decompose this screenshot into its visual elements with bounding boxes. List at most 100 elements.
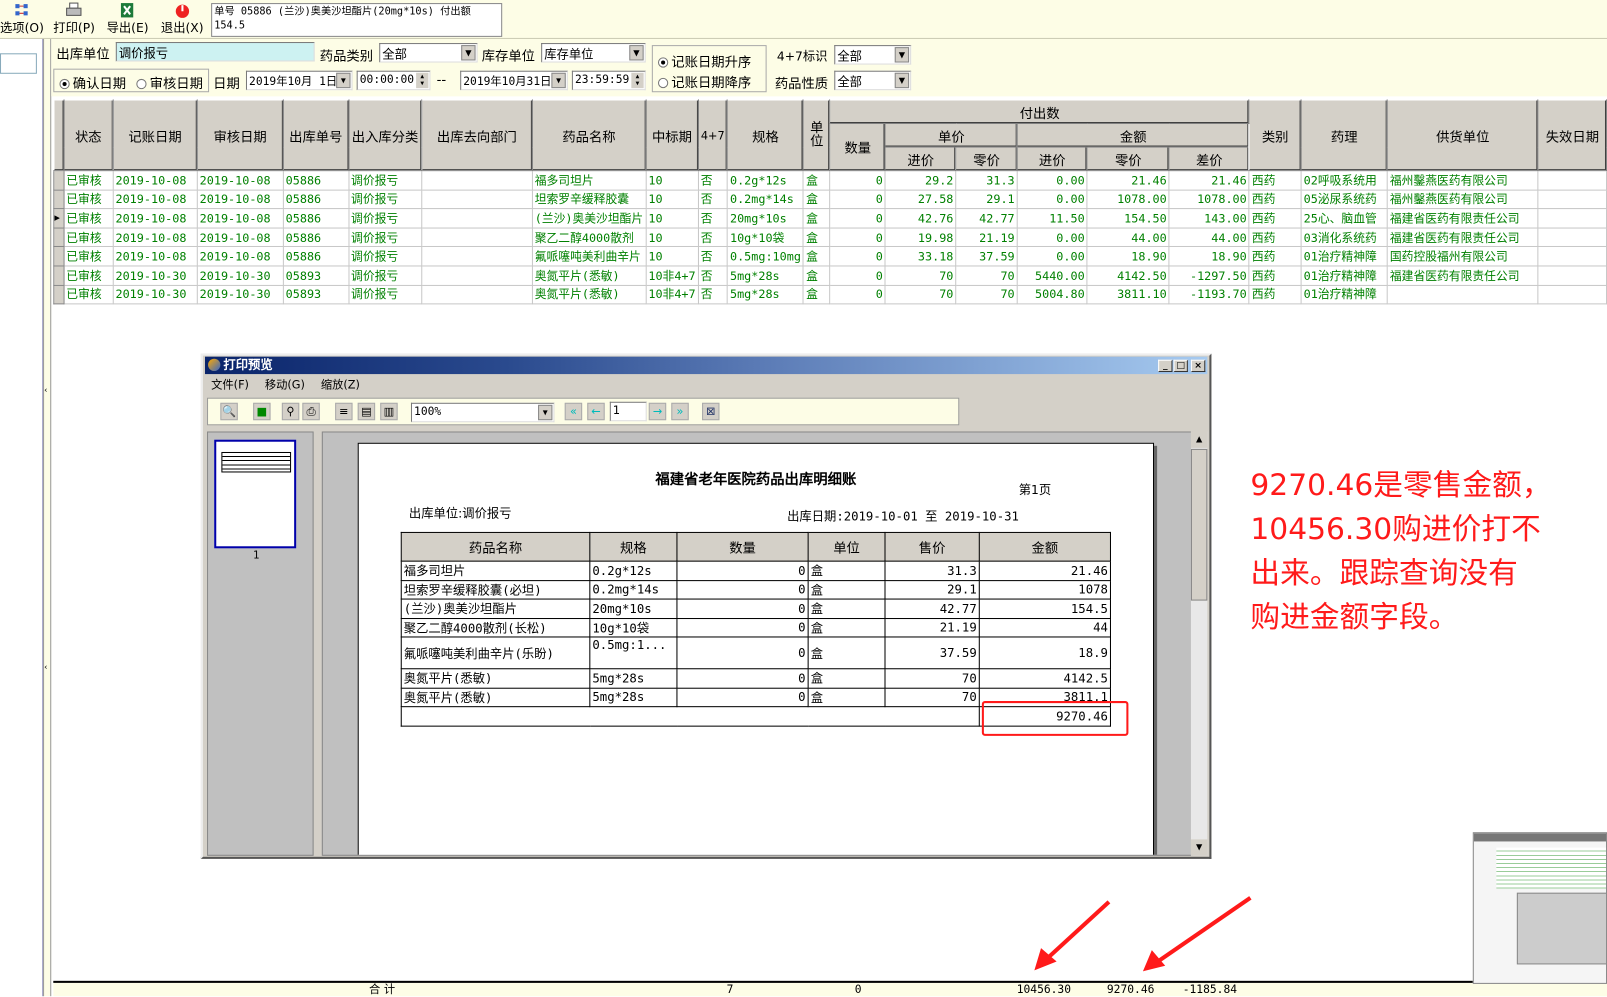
- cell-supplier[interactable]: [1386, 284, 1539, 305]
- table-row[interactable]: 已审核 2019-10-08 2019-10-08 05886 调价报亏 氟哌噻吨美利曲辛…: [53, 246, 1607, 267]
- cell-status[interactable]: 已审核: [63, 227, 114, 248]
- drug-nature-select[interactable]: 全部 ▼: [834, 70, 912, 91]
- row-indicator[interactable]: [53, 189, 65, 210]
- cell-io-type[interactable]: 调价报亏: [347, 170, 423, 191]
- left-tree-pane[interactable]: [0, 38, 44, 997]
- drug-category-select[interactable]: 全部 ▼: [379, 43, 478, 63]
- cell-amount-retail[interactable]: 4142.50: [1086, 265, 1170, 286]
- printer-icon[interactable]: ⎙: [302, 402, 320, 421]
- cell-pharmacology[interactable]: 05泌尿系统药: [1300, 189, 1388, 210]
- cell-expiry[interactable]: [1537, 284, 1607, 305]
- cell-spec[interactable]: 10g*10袋: [726, 227, 805, 248]
- cell-amount-retail[interactable]: 1078.00: [1086, 189, 1170, 210]
- row-indicator[interactable]: ▶: [53, 208, 65, 229]
- cell-supplier[interactable]: 福建省医药有限责任公司: [1386, 227, 1539, 248]
- cell-amount-purchase[interactable]: 0.00: [1016, 246, 1088, 267]
- cell-drug-name[interactable]: (兰沙)奥美沙坦酯片: [531, 208, 647, 229]
- flag47-select[interactable]: 全部 ▼: [834, 45, 912, 65]
- cell-unit-purchase[interactable]: 19.98: [884, 227, 957, 248]
- cell-dest-dept[interactable]: [421, 189, 533, 210]
- collapse-arrow-icon[interactable]: ‹: [44, 662, 47, 671]
- cell-spec[interactable]: 5mg*28s: [726, 284, 805, 305]
- cell-bid-period[interactable]: 10: [645, 189, 699, 210]
- cell-expiry[interactable]: [1537, 265, 1607, 286]
- cell-flag47[interactable]: 否: [697, 284, 728, 305]
- scrollbar-thumb[interactable]: [1190, 448, 1208, 601]
- menu-zoom[interactable]: 缩放(Z): [321, 378, 360, 391]
- cell-qty[interactable]: 0: [829, 189, 886, 210]
- cell-audit-date[interactable]: 2019-10-08: [196, 246, 284, 267]
- cell-amount-diff[interactable]: 143.00: [1168, 208, 1250, 229]
- first-page-icon[interactable]: «: [564, 402, 583, 421]
- chevron-down-icon[interactable]: ▼: [336, 72, 351, 89]
- cell-audit-date[interactable]: 2019-10-08: [196, 170, 284, 191]
- cell-unit-purchase[interactable]: 29.2: [884, 170, 957, 191]
- cell-flag47[interactable]: 否: [697, 170, 728, 191]
- cell-bid-period[interactable]: 10: [645, 208, 699, 229]
- outbound-detail-grid[interactable]: 状态 记账日期 审核日期 出库单号 出入库分类 出库去向部门 药品名称 中标期 …: [53, 99, 1607, 305]
- time-to-input[interactable]: 23:59:59 ▲ ▼: [571, 70, 646, 91]
- prev-page-icon[interactable]: ←: [587, 402, 605, 421]
- cell-amount-diff[interactable]: -1193.70: [1168, 284, 1250, 305]
- cell-drug-name[interactable]: 氟哌噻吨美利曲辛片: [531, 246, 647, 267]
- table-row[interactable]: 已审核 2019-10-08 2019-10-08 05886 调价报亏 聚乙二醇4000…: [53, 227, 1607, 248]
- cell-unit-retail[interactable]: 21.19: [955, 227, 1018, 248]
- full-page-icon[interactable]: ▤: [357, 402, 376, 421]
- cell-post-date[interactable]: 2019-10-30: [112, 284, 198, 305]
- screenshot-thumbnail[interactable]: [1472, 832, 1607, 984]
- cell-expiry[interactable]: [1537, 189, 1607, 210]
- spinner-icon[interactable]: ▲ ▼: [631, 72, 644, 89]
- col-bid-period[interactable]: 中标期: [645, 99, 699, 172]
- cell-unit-purchase[interactable]: 42.76: [884, 208, 957, 229]
- cell-unit-purchase[interactable]: 70: [884, 265, 957, 286]
- cell-audit-date[interactable]: 2019-10-30: [196, 284, 284, 305]
- col-pharmacology[interactable]: 药理: [1300, 99, 1388, 172]
- col-order-no[interactable]: 出库单号: [282, 99, 350, 172]
- page-number-input[interactable]: 1: [609, 401, 647, 422]
- cell-category[interactable]: 西药: [1248, 170, 1302, 191]
- cell-drug-name[interactable]: 坦索罗辛缓释胶囊: [531, 189, 647, 210]
- cell-amount-retail[interactable]: 21.46: [1086, 170, 1170, 191]
- cell-pharmacology[interactable]: 01治疗精神障: [1300, 265, 1388, 286]
- menu-move[interactable]: 移动(G): [265, 378, 305, 391]
- exit-button[interactable]: 退出(X): [161, 2, 204, 36]
- cell-order-no[interactable]: 05893: [282, 284, 350, 305]
- page-thumbnail[interactable]: [214, 439, 297, 549]
- row-indicator[interactable]: [53, 284, 65, 305]
- col-category[interactable]: 类别: [1248, 99, 1302, 172]
- cell-qty[interactable]: 0: [829, 170, 886, 191]
- cell-pharmacology[interactable]: 02呼吸系统用: [1300, 170, 1388, 191]
- save-icon[interactable]: ■: [253, 402, 271, 421]
- cell-order-no[interactable]: 05886: [282, 208, 350, 229]
- options-button[interactable]: 选项(O): [0, 2, 44, 36]
- export-button[interactable]: 导出(E): [107, 2, 149, 36]
- cell-bid-period[interactable]: 10: [645, 246, 699, 267]
- cell-audit-date[interactable]: 2019-10-08: [196, 208, 284, 229]
- cell-status[interactable]: 已审核: [63, 208, 114, 229]
- col-post-date[interactable]: 记账日期: [112, 99, 198, 172]
- cell-bid-period[interactable]: 10非4+7: [645, 265, 699, 286]
- cell-order-no[interactable]: 05893: [282, 265, 350, 286]
- cell-unit-retail[interactable]: 29.1: [955, 189, 1018, 210]
- cell-unit-purchase[interactable]: 27.58: [884, 189, 957, 210]
- cell-unit-retail[interactable]: 37.59: [955, 246, 1018, 267]
- cell-pharmacology[interactable]: 03消化系统药: [1300, 227, 1388, 248]
- table-row[interactable]: ▶ 已审核 2019-10-08 2019-10-08 05886 调价报亏 (兰沙)奥美沙…: [53, 208, 1607, 229]
- col-unit-retail-price[interactable]: 零价: [955, 146, 1018, 172]
- cell-post-date[interactable]: 2019-10-08: [112, 208, 198, 229]
- cell-supplier[interactable]: 福州鑿燕医药有限公司: [1386, 170, 1539, 191]
- cell-amount-retail[interactable]: 44.00: [1086, 227, 1170, 248]
- page-width-icon[interactable]: ≡: [335, 402, 353, 421]
- cell-unit-retail[interactable]: 42.77: [955, 208, 1018, 229]
- cell-post-date[interactable]: 2019-10-08: [112, 189, 198, 210]
- cell-pharmacology[interactable]: 01治疗精神障: [1300, 246, 1388, 267]
- sort-asc-radio[interactable]: 记账日期升序: [657, 51, 751, 71]
- col-unit-purchase-price[interactable]: 进价: [884, 146, 957, 172]
- cell-dest-dept[interactable]: [421, 208, 533, 229]
- spinner-icon[interactable]: ▲ ▼: [416, 72, 429, 89]
- cell-amount-purchase[interactable]: 11.50: [1016, 208, 1088, 229]
- cell-qty[interactable]: 0: [829, 208, 886, 229]
- cell-category[interactable]: 西药: [1248, 227, 1302, 248]
- cell-unit-retail[interactable]: 70: [955, 284, 1018, 305]
- find-icon[interactable]: ⚲: [281, 402, 300, 421]
